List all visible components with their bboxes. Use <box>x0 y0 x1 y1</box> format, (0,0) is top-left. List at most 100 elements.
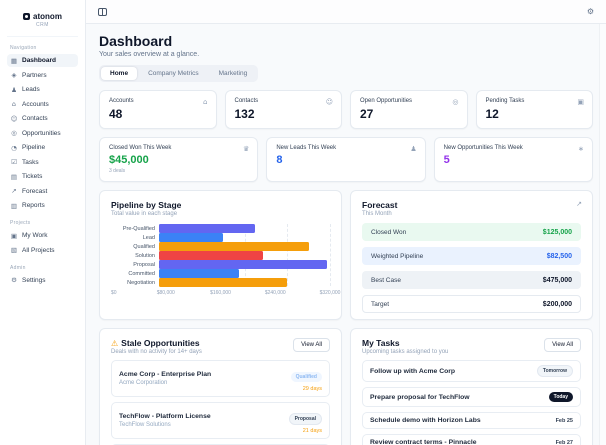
sidebar-item-forecast[interactable]: ↗ Forecast <box>7 185 78 198</box>
view-all-stale-button[interactable]: View All <box>293 338 330 352</box>
sidebar-item-my-work[interactable]: ▣ My Work <box>7 229 78 242</box>
due-date: Feb 27 <box>555 439 573 445</box>
sidebar-item-settings[interactable]: ⚙ Settings <box>7 274 78 287</box>
chart-gridline <box>330 224 331 286</box>
opportunity-company: TechFlow Solutions <box>119 422 171 428</box>
stat-card-new-leads-week[interactable]: New Leads This Week 8 ♟ <box>266 137 426 182</box>
sidebar-item-pipeline[interactable]: ◔ Pipeline <box>7 141 78 154</box>
stage-badge: Qualified <box>290 372 322 382</box>
sidebar-item-dashboard[interactable]: ▦ Dashboard <box>7 54 78 67</box>
task-item[interactable]: Follow up with Acme Corp Tomorrow <box>362 360 581 382</box>
pipeline-bar-chart: Pre-Qualified Lead Qualified Solution Pr… <box>111 224 340 298</box>
sidebar-item-accounts[interactable]: ⌂ Accounts <box>7 98 78 111</box>
document-icon: ▥ <box>10 201 18 210</box>
user-plus-icon: ♟ <box>410 145 417 153</box>
sidebar-item-label: Opportunities <box>22 129 61 137</box>
forecast-card: Forecast This Month ↗ Closed Won $125,00… <box>350 190 593 320</box>
user-plus-icon: ♟ <box>11 85 17 94</box>
stat-sub: 3 deals <box>109 168 126 174</box>
stale-opportunities-card: ⚠ Stale Opportunities Deals with no acti… <box>99 328 342 445</box>
stat-card-closed-won-week[interactable]: Closed Won This Week $45,000 3 deals ♛ <box>99 137 259 182</box>
stat-card-pending-tasks[interactable]: Pending Tasks 12 ▣ <box>475 90 593 129</box>
chart-bar[interactable] <box>159 278 288 287</box>
forecast-subtitle: This Month <box>362 211 392 217</box>
stat-value: 132 <box>234 107 255 121</box>
view-all-tasks-button[interactable]: View All <box>544 338 581 352</box>
forecast-row-value: $475,000 <box>542 276 572 284</box>
handshake-icon: ◈ <box>11 71 17 79</box>
my-tasks-card: My Tasks Upcoming tasks assigned to you … <box>350 328 593 445</box>
chart-category-label: Proposal <box>133 261 155 268</box>
stat-value: 5 <box>443 154 450 166</box>
task-title: Schedule demo with Horizon Labs <box>370 417 481 424</box>
task-title: Review contract terms - Pinnacle <box>370 439 477 445</box>
stale-item[interactable]: Acme Corp - Enterprise Plan Acme Corpora… <box>111 360 330 397</box>
forecast-row-value: $125,000 <box>542 228 572 236</box>
sidebar-item-label: Accounts <box>22 100 49 108</box>
grid-icon: ▦ <box>10 56 18 65</box>
chart-title: Pipeline by Stage <box>111 200 182 210</box>
forecast-row-best-case: Best Case $475,000 <box>362 271 581 289</box>
due-date: Feb 25 <box>555 417 573 424</box>
stat-card-accounts[interactable]: Accounts 48 ⌂ <box>99 90 217 129</box>
task-title: Prepare proposal for TechFlow <box>370 393 470 401</box>
stage-badge: Proposal <box>288 413 322 425</box>
target-icon: ◎ <box>11 129 17 137</box>
stat-label: Contacts <box>234 98 259 104</box>
building-icon: ⌂ <box>11 100 17 108</box>
stat-label: Open Opportunities <box>360 98 413 104</box>
tab-strip: Home Company Metrics Marketing <box>99 65 259 82</box>
tab-company-metrics[interactable]: Company Metrics <box>139 67 208 80</box>
brand-sub: CRM <box>36 22 49 28</box>
sidebar-item-tasks[interactable]: ☑ Tasks <box>7 156 78 169</box>
section-title: My Tasks <box>362 338 400 348</box>
sidebar-item-partners[interactable]: ◈ Partners <box>7 69 78 82</box>
brand: atonom CRM <box>7 8 78 37</box>
task-item[interactable]: Prepare proposal for TechFlow Today <box>362 387 581 407</box>
tab-home[interactable]: Home <box>101 67 138 80</box>
chart-bar[interactable] <box>159 251 264 260</box>
page-title: Dashboard <box>99 33 173 49</box>
chart-bar[interactable] <box>159 260 328 269</box>
brand-logo-icon <box>23 13 31 20</box>
sidebar-item-opportunities[interactable]: ◎ Opportunities <box>7 127 78 140</box>
task-item[interactable]: Review contract terms - Pinnacle Feb 27 <box>362 434 581 445</box>
stat-card-contacts[interactable]: Contacts 132 ☺ <box>224 90 342 129</box>
forecast-row-label: Target <box>371 300 390 308</box>
sidebar-item-leads[interactable]: ♟ Leads <box>7 83 78 96</box>
sidebar-item-all-projects[interactable]: ▧ All Projects <box>7 244 78 257</box>
forecast-row-closed-won: Closed Won $125,000 <box>362 223 581 241</box>
settings-icon[interactable]: ⚙ <box>587 7 594 16</box>
stat-card-new-opportunities-week[interactable]: New Opportunities This Week 5 ∗ <box>433 137 593 182</box>
chart-category-label: Qualified <box>133 243 155 250</box>
stat-value: 27 <box>360 107 374 121</box>
sidebar-item-contacts[interactable]: ☺ Contacts <box>7 112 78 125</box>
tab-marketing[interactable]: Marketing <box>210 67 257 80</box>
forecast-row-label: Best Case <box>371 276 401 284</box>
section-title: Stale Opportunities <box>121 338 200 348</box>
sidebar-item-reports[interactable]: ▥ Reports <box>7 199 78 212</box>
folder-icon: ▧ <box>10 246 18 254</box>
axis-tick: $0 <box>111 290 117 296</box>
sidebar-item-tickets[interactable]: ▤ Tickets <box>7 170 78 183</box>
chart-bar[interactable] <box>159 242 309 251</box>
task-item[interactable]: Schedule demo with Horizon Labs Feb 25 <box>362 412 581 429</box>
stat-card-open-opportunities[interactable]: Open Opportunities 27 ◎ <box>350 90 468 129</box>
forecast-row-weighted-pipeline: Weighted Pipeline $82,500 <box>362 247 581 265</box>
stat-label: Accounts <box>109 98 134 104</box>
chart-subtitle: Total value in each stage <box>111 211 178 217</box>
chart-bar[interactable] <box>159 233 224 242</box>
trend-up-icon: ↗ <box>11 187 17 195</box>
stale-days: 21 days <box>302 428 322 434</box>
chart-bar[interactable] <box>159 269 240 278</box>
sparkles-icon: ∗ <box>578 145 584 153</box>
due-badge: Today <box>548 392 573 402</box>
stat-label: Closed Won This Week <box>109 145 172 151</box>
users-icon: ☺ <box>325 98 333 106</box>
forecast-row-label: Closed Won <box>371 228 407 236</box>
stale-item[interactable]: TechFlow - Platform License TechFlow Sol… <box>111 402 330 439</box>
users-icon: ☺ <box>10 114 18 123</box>
axis-tick: $80,000 <box>156 290 175 296</box>
sidebar-toggle-icon[interactable] <box>98 7 107 16</box>
chart-bar[interactable] <box>159 224 256 233</box>
